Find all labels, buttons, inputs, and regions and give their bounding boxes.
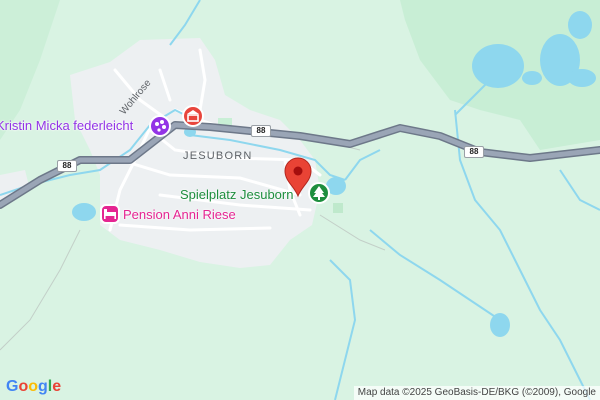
road-shield: 88 xyxy=(464,146,484,158)
logo-letter: e xyxy=(52,378,62,395)
place-label-pension[interactable]: Pension Anni Riese xyxy=(123,207,236,222)
park-area xyxy=(333,203,343,213)
logo-letter: o xyxy=(28,378,39,395)
place-label-kristin-micka[interactable]: Kristin Micka federleicht xyxy=(0,118,133,133)
logo-letter: g xyxy=(38,378,48,395)
attraction-icon[interactable] xyxy=(182,105,204,127)
map-attribution[interactable]: Map data ©2025 GeoBasis-DE/BKG (©2009), … xyxy=(353,386,600,400)
tree-icon[interactable] xyxy=(308,182,330,204)
logo-letter: G xyxy=(6,378,19,395)
google-logo: Google xyxy=(6,378,61,396)
road-shield: 88 xyxy=(57,160,77,172)
logo-letter: o xyxy=(18,378,29,395)
hotel-bed-icon[interactable] xyxy=(100,204,120,224)
road-shield: 88 xyxy=(251,125,271,137)
village-label: JESUBORN xyxy=(183,150,253,162)
map-canvas[interactable] xyxy=(0,0,600,400)
place-label-spielplatz[interactable]: Spielplatz Jesuborn xyxy=(180,187,293,202)
palette-icon[interactable] xyxy=(149,115,171,137)
